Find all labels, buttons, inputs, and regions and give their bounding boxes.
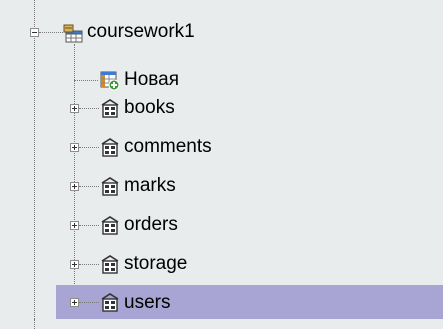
row-connector (79, 264, 99, 265)
table-icon (99, 254, 121, 276)
children-connector-line (74, 44, 75, 296)
tree-trunk-line-bottom (34, 319, 35, 329)
tree-node-users[interactable]: users (124, 292, 170, 314)
tree-node-storage[interactable]: storage (124, 253, 187, 275)
root-collapse-toggle[interactable] (30, 28, 39, 37)
row-connector (79, 108, 99, 109)
tree-node-comments[interactable]: comments (124, 136, 212, 158)
table-icon (99, 137, 121, 159)
table-icon (99, 98, 121, 120)
tree-node-orders[interactable]: orders (124, 214, 178, 236)
table-icon (99, 176, 121, 198)
panel-bottom-edge (0, 319, 443, 329)
tree-node-marks[interactable]: marks (124, 175, 176, 197)
row-connector (79, 186, 99, 187)
expand-toggle-orders[interactable] (70, 221, 79, 230)
tree-trunk-line (34, 0, 35, 329)
object-tree-panel: coursework1 Новая books comments marks o… (0, 0, 443, 329)
database-icon (63, 22, 85, 44)
expand-toggle-comments[interactable] (70, 143, 79, 152)
row-connector (79, 147, 99, 148)
expand-toggle-books[interactable] (70, 104, 79, 113)
table-icon (99, 292, 121, 314)
row-connector (79, 302, 99, 303)
expand-toggle-storage[interactable] (70, 260, 79, 269)
tree-node-root[interactable]: coursework1 (87, 21, 195, 43)
root-connector (39, 32, 63, 33)
tree-node-new-table[interactable]: Новая (124, 69, 179, 91)
table-icon (99, 215, 121, 237)
row-connector (79, 225, 99, 226)
row-connector (74, 80, 98, 81)
expand-toggle-users[interactable] (70, 298, 79, 307)
expand-toggle-marks[interactable] (70, 182, 79, 191)
tree-node-books[interactable]: books (124, 97, 175, 119)
new-table-icon (98, 69, 120, 91)
